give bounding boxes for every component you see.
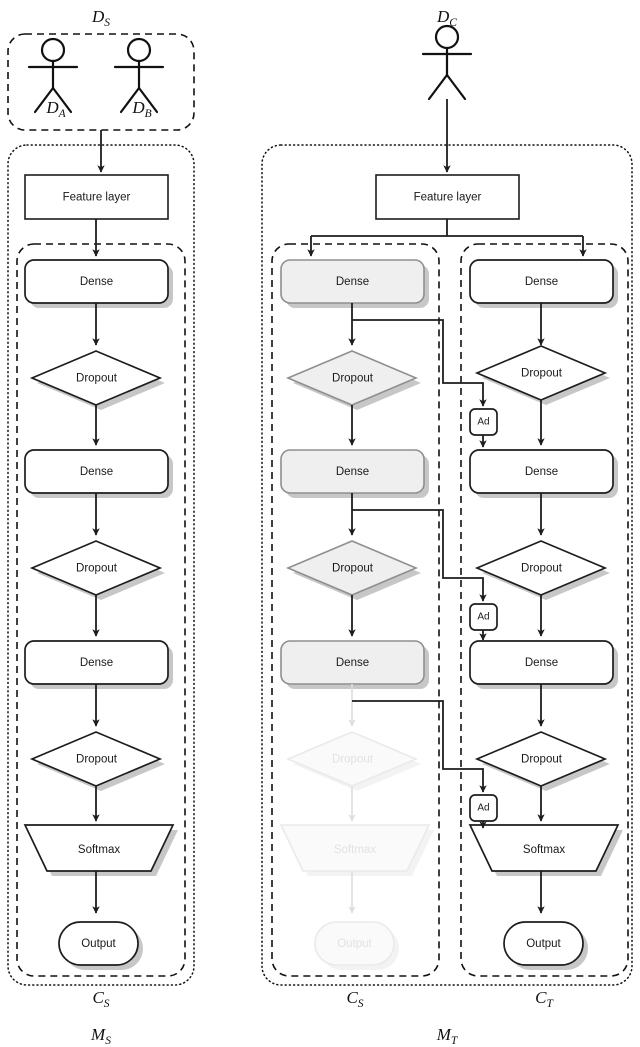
- node-output-mid-faded: Output: [314, 921, 399, 970]
- node-dense-right-1: Dense: [469, 259, 618, 308]
- node-softmax-right: Softmax: [468, 824, 623, 876]
- svg-text:Dense: Dense: [525, 276, 558, 288]
- node-dense-mid-2: Dense: [280, 449, 429, 498]
- svg-text:Dense: Dense: [525, 466, 558, 478]
- svg-text:Feature layer: Feature layer: [63, 192, 131, 204]
- stick-figure-dc: [421, 24, 473, 101]
- svg-text:Dense: Dense: [80, 466, 113, 478]
- svg-text:Output: Output: [81, 938, 116, 950]
- node-adapter-3: Ad: [469, 794, 498, 822]
- node-dense-mid-3: Dense: [280, 640, 429, 689]
- node-dropout-right-3: Dropout: [474, 731, 610, 791]
- node-dropout-left-3: Dropout: [29, 731, 165, 791]
- node-dense-left-2: Dense: [24, 449, 173, 498]
- svg-text:Dropout: Dropout: [332, 373, 374, 385]
- node-output-right: Output: [503, 921, 588, 970]
- svg-text:Dropout: Dropout: [521, 754, 563, 766]
- svg-text:Dense: Dense: [80, 657, 113, 669]
- node-dense-right-2: Dense: [469, 449, 618, 498]
- node-dropout-mid-2: Dropout: [285, 540, 421, 600]
- svg-text:Dropout: Dropout: [332, 754, 374, 766]
- svg-text:Dense: Dense: [525, 657, 558, 669]
- node-dropout-mid-1: Dropout: [285, 350, 421, 410]
- label-ms: MS: [90, 1025, 111, 1047]
- svg-text:Ad: Ad: [477, 417, 489, 428]
- svg-text:Dropout: Dropout: [521, 368, 563, 380]
- svg-text:Dropout: Dropout: [521, 563, 563, 575]
- svg-text:Softmax: Softmax: [78, 844, 120, 856]
- svg-text:Ad: Ad: [477, 612, 489, 623]
- node-dense-left-1: Dense: [24, 259, 173, 308]
- svg-text:Dense: Dense: [336, 466, 369, 478]
- svg-text:Dense: Dense: [336, 276, 369, 288]
- svg-text:Dense: Dense: [80, 276, 113, 288]
- label-mt: MT: [436, 1025, 459, 1047]
- svg-text:Dropout: Dropout: [76, 754, 118, 766]
- label-cs-mid: CS: [346, 988, 363, 1010]
- node-dropout-left-2: Dropout: [29, 540, 165, 600]
- node-dropout-left-1: Dropout: [29, 350, 165, 410]
- stick-figure-da: DA: [27, 37, 79, 120]
- node-adapter-2: Ad: [469, 603, 498, 631]
- svg-text:Dropout: Dropout: [332, 563, 374, 575]
- node-softmax-mid-faded: Softmax: [279, 824, 434, 876]
- node-dense-mid-1: Dense: [280, 259, 429, 308]
- label-ct: CT: [535, 988, 554, 1010]
- svg-text:Dropout: Dropout: [76, 563, 118, 575]
- node-dense-right-3: Dense: [469, 640, 618, 689]
- node-softmax-left: Softmax: [23, 824, 178, 876]
- node-dense-left-3: Dense: [24, 640, 173, 689]
- node-dropout-right-2: Dropout: [474, 540, 610, 600]
- node-dropout-mid-3-faded: Dropout: [285, 731, 421, 791]
- label-ds: DS: [91, 7, 110, 29]
- node-feature-layer-left: Feature layer: [24, 174, 169, 220]
- label-cs-left: CS: [92, 988, 109, 1010]
- svg-text:Feature layer: Feature layer: [414, 192, 482, 204]
- node-output-left: Output: [58, 921, 143, 970]
- svg-text:Dropout: Dropout: [76, 373, 118, 385]
- svg-text:Ad: Ad: [477, 803, 489, 814]
- architecture-diagram: DS DC CS MS CS CT MT DA DB Feature layer…: [7, 7, 633, 1047]
- container-source-dataset: [7, 33, 195, 131]
- node-dropout-right-1: Dropout: [474, 345, 610, 405]
- edge-feature-split: [311, 219, 583, 256]
- svg-text:Output: Output: [526, 938, 561, 950]
- node-feature-layer-right: Feature layer: [375, 174, 520, 220]
- svg-text:Dense: Dense: [336, 657, 369, 669]
- svg-text:Softmax: Softmax: [523, 844, 565, 856]
- node-adapter-1: Ad: [469, 408, 498, 436]
- svg-text:Output: Output: [337, 938, 372, 950]
- stick-figure-db: DB: [113, 37, 165, 120]
- svg-text:Softmax: Softmax: [334, 844, 376, 856]
